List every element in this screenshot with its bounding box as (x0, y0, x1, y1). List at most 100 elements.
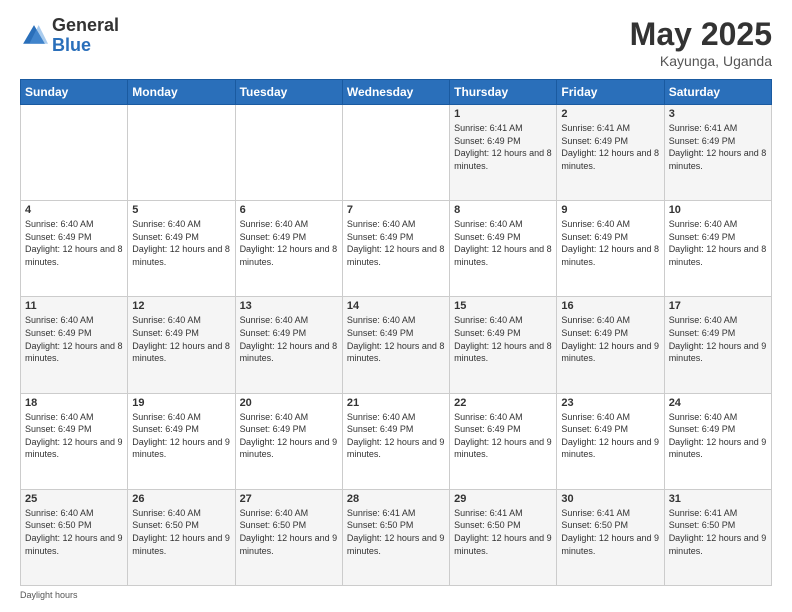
day-number: 5 (132, 204, 230, 216)
day-info: Sunrise: 6:40 AM Sunset: 6:49 PM Dayligh… (240, 314, 338, 364)
logo-blue-text: Blue (52, 36, 119, 56)
calendar-cell: 6 Sunrise: 6:40 AM Sunset: 6:49 PM Daylig… (235, 201, 342, 297)
day-info: Sunrise: 6:40 AM Sunset: 6:50 PM Dayligh… (132, 507, 230, 557)
calendar-header-thursday: Thursday (450, 80, 557, 105)
day-info: Sunrise: 6:40 AM Sunset: 6:49 PM Dayligh… (561, 218, 659, 268)
page: General Blue May 2025 Kayunga, Uganda Su… (0, 0, 792, 612)
day-info: Sunrise: 6:41 AM Sunset: 6:50 PM Dayligh… (669, 507, 767, 557)
calendar-cell: 25 Sunrise: 6:40 AM Sunset: 6:50 PM Dayli… (21, 489, 128, 585)
calendar-cell: 2 Sunrise: 6:41 AM Sunset: 6:49 PM Daylig… (557, 105, 664, 201)
day-number: 1 (454, 108, 552, 120)
day-number: 24 (669, 397, 767, 409)
calendar-header-tuesday: Tuesday (235, 80, 342, 105)
calendar-cell: 7 Sunrise: 6:40 AM Sunset: 6:49 PM Daylig… (342, 201, 449, 297)
day-info: Sunrise: 6:41 AM Sunset: 6:50 PM Dayligh… (347, 507, 445, 557)
day-number: 20 (240, 397, 338, 409)
daylight-label: Daylight hours (20, 590, 78, 600)
day-info: Sunrise: 6:40 AM Sunset: 6:49 PM Dayligh… (25, 218, 123, 268)
day-info: Sunrise: 6:40 AM Sunset: 6:49 PM Dayligh… (240, 411, 338, 461)
calendar-cell: 17 Sunrise: 6:40 AM Sunset: 6:49 PM Dayli… (664, 297, 771, 393)
calendar-cell: 9 Sunrise: 6:40 AM Sunset: 6:49 PM Daylig… (557, 201, 664, 297)
day-info: Sunrise: 6:40 AM Sunset: 6:49 PM Dayligh… (240, 218, 338, 268)
day-number: 9 (561, 204, 659, 216)
calendar-cell: 29 Sunrise: 6:41 AM Sunset: 6:50 PM Dayli… (450, 489, 557, 585)
day-info: Sunrise: 6:40 AM Sunset: 6:50 PM Dayligh… (240, 507, 338, 557)
day-info: Sunrise: 6:41 AM Sunset: 6:50 PM Dayligh… (561, 507, 659, 557)
header: General Blue May 2025 Kayunga, Uganda (20, 16, 772, 69)
calendar-cell: 4 Sunrise: 6:40 AM Sunset: 6:49 PM Daylig… (21, 201, 128, 297)
day-info: Sunrise: 6:40 AM Sunset: 6:49 PM Dayligh… (25, 314, 123, 364)
logo-icon (20, 22, 48, 50)
logo: General Blue (20, 16, 119, 56)
calendar-cell: 22 Sunrise: 6:40 AM Sunset: 6:49 PM Dayli… (450, 393, 557, 489)
day-number: 19 (132, 397, 230, 409)
calendar-header-sunday: Sunday (21, 80, 128, 105)
calendar-week-row: 4 Sunrise: 6:40 AM Sunset: 6:49 PM Daylig… (21, 201, 772, 297)
calendar-cell: 30 Sunrise: 6:41 AM Sunset: 6:50 PM Dayli… (557, 489, 664, 585)
calendar-cell: 19 Sunrise: 6:40 AM Sunset: 6:49 PM Dayli… (128, 393, 235, 489)
day-number: 27 (240, 493, 338, 505)
calendar-week-row: 11Sunrise: 6:40 AM Sunset: 6:49 PM Dayli… (21, 297, 772, 393)
day-info: Sunrise: 6:40 AM Sunset: 6:49 PM Dayligh… (132, 411, 230, 461)
calendar-cell (235, 105, 342, 201)
day-info: Sunrise: 6:41 AM Sunset: 6:49 PM Dayligh… (669, 122, 767, 172)
calendar-cell: 8Sunrise: 6:40 AM Sunset: 6:49 PM Daylig… (450, 201, 557, 297)
day-info: Sunrise: 6:40 AM Sunset: 6:49 PM Dayligh… (347, 218, 445, 268)
calendar-cell: 21Sunrise: 6:40 AM Sunset: 6:49 PM Dayli… (342, 393, 449, 489)
calendar-cell: 11Sunrise: 6:40 AM Sunset: 6:49 PM Dayli… (21, 297, 128, 393)
day-number: 25 (25, 493, 123, 505)
day-info: Sunrise: 6:40 AM Sunset: 6:49 PM Dayligh… (347, 411, 445, 461)
logo-general-text: General (52, 16, 119, 36)
calendar-cell: 26 Sunrise: 6:40 AM Sunset: 6:50 PM Dayli… (128, 489, 235, 585)
calendar-cell: 28Sunrise: 6:41 AM Sunset: 6:50 PM Dayli… (342, 489, 449, 585)
title-block: May 2025 Kayunga, Uganda (630, 16, 772, 69)
day-info: Sunrise: 6:41 AM Sunset: 6:49 PM Dayligh… (454, 122, 552, 172)
day-number: 16 (561, 300, 659, 312)
calendar-cell: 16 Sunrise: 6:40 AM Sunset: 6:49 PM Dayli… (557, 297, 664, 393)
calendar-cell: 15Sunrise: 6:40 AM Sunset: 6:49 PM Dayli… (450, 297, 557, 393)
day-info: Sunrise: 6:40 AM Sunset: 6:49 PM Dayligh… (454, 411, 552, 461)
calendar-header-wednesday: Wednesday (342, 80, 449, 105)
day-number: 22 (454, 397, 552, 409)
calendar-cell: 1 Sunrise: 6:41 AM Sunset: 6:49 PM Daylig… (450, 105, 557, 201)
day-number: 3 (669, 108, 767, 120)
day-number: 13 (240, 300, 338, 312)
day-number: 26 (132, 493, 230, 505)
day-number: 30 (561, 493, 659, 505)
day-number: 2 (561, 108, 659, 120)
day-number: 29 (454, 493, 552, 505)
day-info: Sunrise: 6:40 AM Sunset: 6:49 PM Dayligh… (132, 218, 230, 268)
day-number: 12 (132, 300, 230, 312)
calendar-cell (21, 105, 128, 201)
day-number: 23 (561, 397, 659, 409)
calendar-week-row: 18 Sunrise: 6:40 AM Sunset: 6:49 PM Dayli… (21, 393, 772, 489)
day-info: Sunrise: 6:41 AM Sunset: 6:50 PM Dayligh… (454, 507, 552, 557)
calendar-cell: 12 Sunrise: 6:40 AM Sunset: 6:49 PM Dayli… (128, 297, 235, 393)
day-info: Sunrise: 6:40 AM Sunset: 6:49 PM Dayligh… (561, 314, 659, 364)
calendar-cell: 24Sunrise: 6:40 AM Sunset: 6:49 PM Dayli… (664, 393, 771, 489)
calendar-header-row: SundayMondayTuesdayWednesdayThursdayFrid… (21, 80, 772, 105)
day-number: 10 (669, 204, 767, 216)
calendar-header-monday: Monday (128, 80, 235, 105)
day-number: 15 (454, 300, 552, 312)
day-info: Sunrise: 6:40 AM Sunset: 6:49 PM Dayligh… (25, 411, 123, 461)
day-info: Sunrise: 6:40 AM Sunset: 6:49 PM Dayligh… (561, 411, 659, 461)
day-number: 6 (240, 204, 338, 216)
day-number: 7 (347, 204, 445, 216)
day-number: 17 (669, 300, 767, 312)
day-number: 18 (25, 397, 123, 409)
day-info: Sunrise: 6:40 AM Sunset: 6:50 PM Dayligh… (25, 507, 123, 557)
calendar-cell: 14Sunrise: 6:40 AM Sunset: 6:49 PM Dayli… (342, 297, 449, 393)
day-number: 4 (25, 204, 123, 216)
day-info: Sunrise: 6:40 AM Sunset: 6:49 PM Dayligh… (669, 314, 767, 364)
calendar-cell: 23 Sunrise: 6:40 AM Sunset: 6:49 PM Dayli… (557, 393, 664, 489)
calendar-header-saturday: Saturday (664, 80, 771, 105)
calendar-cell (128, 105, 235, 201)
calendar-cell: 5 Sunrise: 6:40 AM Sunset: 6:49 PM Daylig… (128, 201, 235, 297)
day-info: Sunrise: 6:40 AM Sunset: 6:49 PM Dayligh… (132, 314, 230, 364)
calendar-week-row: 25 Sunrise: 6:40 AM Sunset: 6:50 PM Dayli… (21, 489, 772, 585)
day-info: Sunrise: 6:41 AM Sunset: 6:49 PM Dayligh… (561, 122, 659, 172)
day-info: Sunrise: 6:40 AM Sunset: 6:49 PM Dayligh… (454, 218, 552, 268)
calendar-cell: 18 Sunrise: 6:40 AM Sunset: 6:49 PM Dayli… (21, 393, 128, 489)
calendar-cell: 20 Sunrise: 6:40 AM Sunset: 6:49 PM Dayli… (235, 393, 342, 489)
